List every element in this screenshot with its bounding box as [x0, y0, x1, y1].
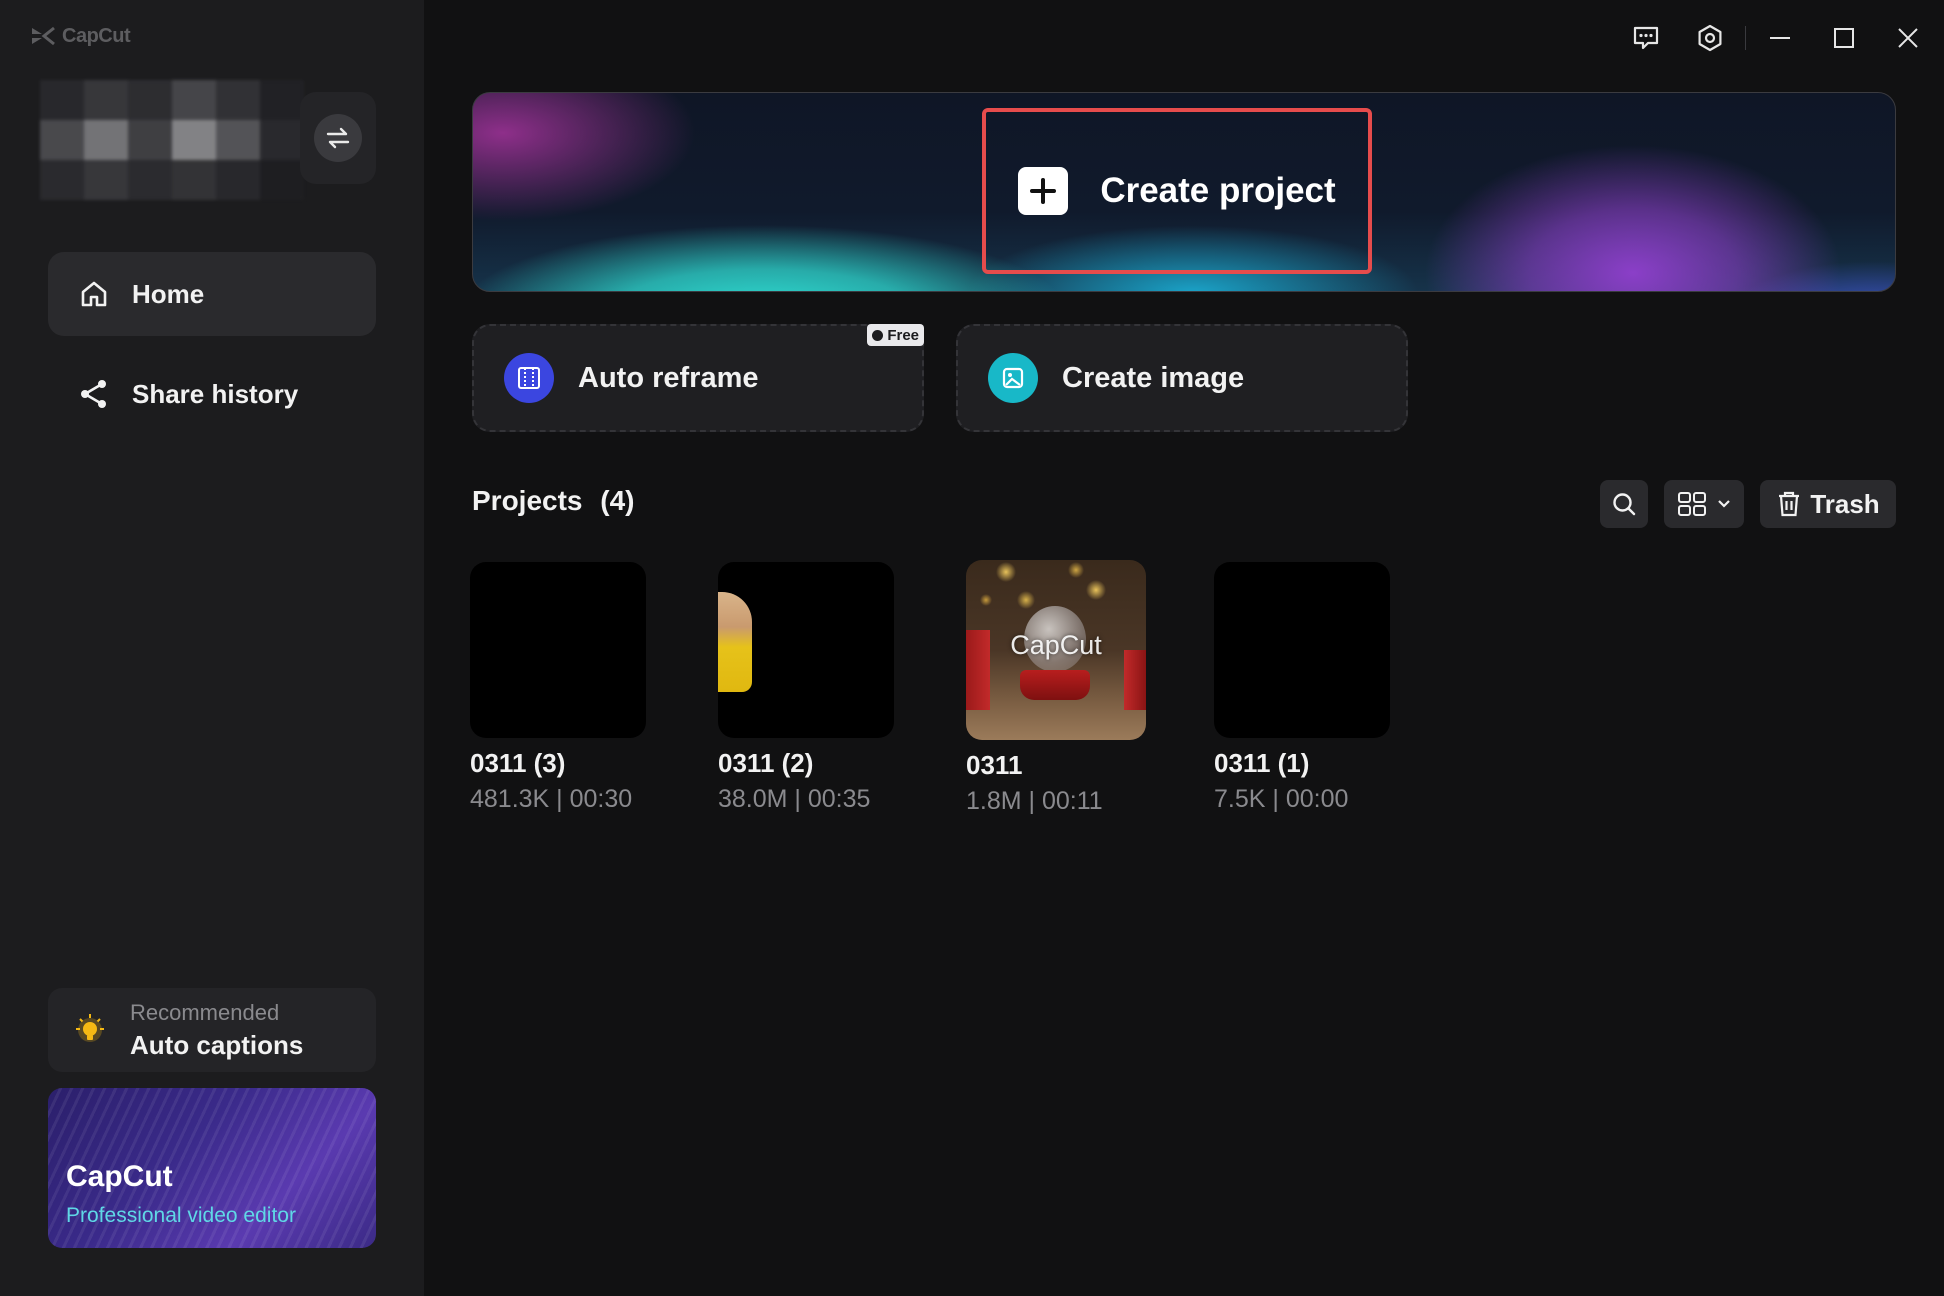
recommended-auto-captions[interactable]: Recommended Auto captions [48, 988, 376, 1072]
feedback-icon [1632, 24, 1660, 52]
feedback-button[interactable] [1626, 18, 1666, 58]
project-name: 0311 (3) [470, 748, 650, 779]
projects-heading: Projects (4) [472, 485, 635, 517]
nav-item-share-history-label: Share history [132, 379, 298, 410]
switch-account-button[interactable] [300, 92, 376, 184]
auto-captions-label: Auto captions [130, 1030, 303, 1061]
swap-icon [314, 114, 362, 162]
minimize-icon [1768, 26, 1792, 50]
chevron-down-icon [1717, 499, 1731, 509]
grid-view-icon [1677, 490, 1709, 518]
snow-globe-base [1020, 670, 1090, 700]
close-button[interactable] [1888, 18, 1928, 58]
nav-item-home[interactable]: Home [48, 252, 376, 336]
project-meta: 7.5K | 00:00 [1214, 785, 1394, 814]
free-badge-label: Free [887, 327, 919, 344]
close-icon [1896, 26, 1920, 50]
promo-banner-title: CapCut [66, 1160, 173, 1194]
projects-count: (4) [600, 485, 634, 516]
plus-icon [1018, 167, 1068, 215]
project-meta: 1.8M | 00:11 [966, 787, 1146, 816]
app-logo: CapCut [30, 22, 130, 50]
trash-label: Trash [1810, 489, 1879, 520]
project-meta: 481.3K | 00:30 [470, 785, 650, 814]
maximize-icon [1832, 26, 1856, 50]
project-thumbnail[interactable] [718, 562, 894, 738]
nav-item-home-label: Home [132, 279, 204, 310]
project-card[interactable]: CapCut 0311 1.8M | 00:11 [966, 562, 1146, 816]
home-icon [78, 278, 110, 310]
nav-item-share-history[interactable]: Share history [48, 352, 376, 436]
create-project-label: Create project [1100, 171, 1335, 211]
capcut-watermark: CapCut [966, 630, 1146, 661]
settings-button[interactable] [1690, 18, 1730, 58]
project-thumbnail[interactable] [1214, 562, 1390, 738]
lightbulb-icon [72, 1012, 108, 1048]
titlebar-divider [1745, 26, 1746, 50]
sidebar: CapCut Home Share his [0, 0, 424, 1296]
project-thumbnail[interactable] [470, 562, 646, 738]
view-mode-dropdown[interactable] [1664, 480, 1744, 528]
capcut-promo-banner[interactable]: CapCut Professional video editor [48, 1088, 376, 1248]
project-card[interactable]: 0311 (1) 7.5K | 00:00 [1214, 562, 1394, 814]
capcut-logo-icon [30, 25, 56, 47]
trash-button[interactable]: Trash [1760, 480, 1896, 528]
auto-reframe-card[interactable]: Auto reframe Free [472, 324, 924, 432]
project-meta: 38.0M | 00:35 [718, 785, 898, 814]
trash-icon [1776, 490, 1802, 518]
app-logo-text: CapCut [62, 25, 130, 48]
project-thumbnail[interactable]: CapCut [966, 560, 1146, 740]
maximize-button[interactable] [1824, 18, 1864, 58]
recommended-label: Recommended [130, 1000, 303, 1026]
auto-reframe-label: Auto reframe [578, 362, 759, 395]
create-image-label: Create image [1062, 362, 1244, 395]
project-card[interactable]: 0311 (3) 481.3K | 00:30 [470, 562, 650, 814]
account-area [40, 80, 376, 196]
promo-banner-subtitle: Professional video editor [66, 1204, 296, 1228]
project-card[interactable]: 0311 (2) 38.0M | 00:35 [718, 562, 898, 814]
avatar[interactable] [40, 80, 304, 196]
create-project-button[interactable]: Create project [982, 108, 1372, 274]
project-name: 0311 (1) [1214, 748, 1394, 779]
search-icon [1611, 491, 1637, 517]
thumbnail-image [718, 592, 752, 692]
create-image-card[interactable]: Create image [956, 324, 1408, 432]
image-icon [988, 353, 1038, 403]
share-icon [78, 378, 110, 410]
search-projects-button[interactable] [1600, 480, 1648, 528]
project-name: 0311 [966, 750, 1146, 781]
free-badge: Free [867, 324, 924, 346]
project-name: 0311 (2) [718, 748, 898, 779]
minimize-button[interactable] [1760, 18, 1800, 58]
settings-icon [1696, 24, 1724, 52]
clock-icon [872, 330, 883, 341]
projects-title: Projects [472, 485, 583, 516]
reframe-icon [504, 353, 554, 403]
